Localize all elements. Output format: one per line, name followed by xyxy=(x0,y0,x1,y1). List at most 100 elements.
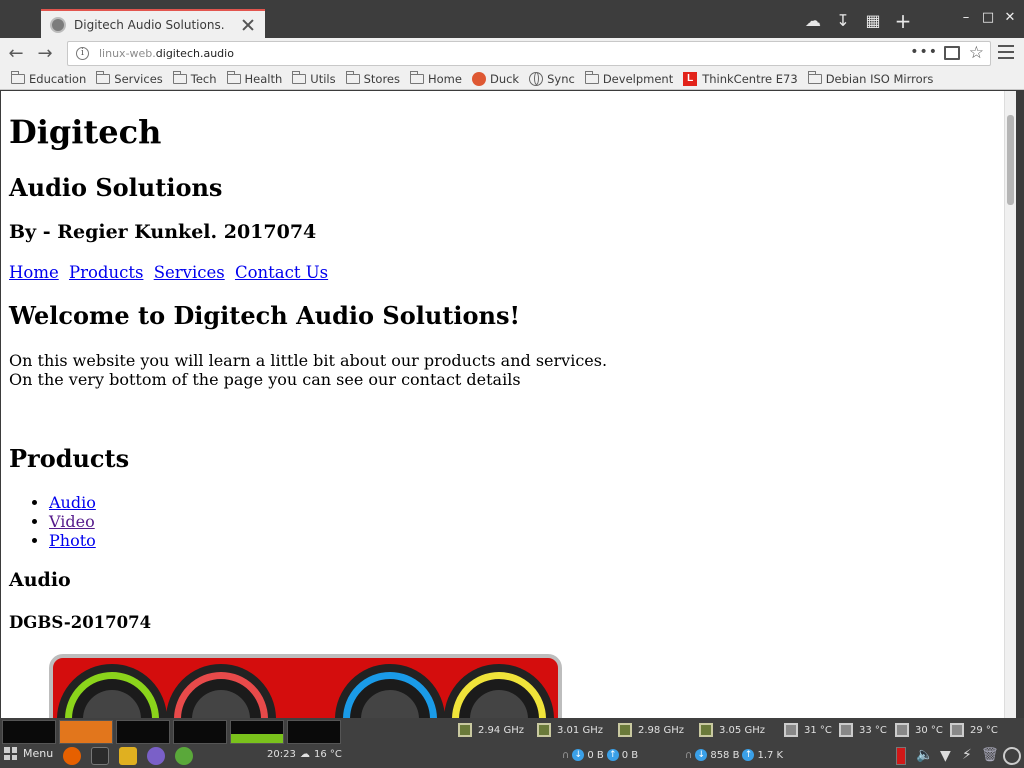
url-bar[interactable]: i linux-web.digitech.audio ••• ☆ xyxy=(67,41,991,66)
list-item: Audio xyxy=(49,493,96,512)
reader-view-icon[interactable] xyxy=(944,46,960,60)
cpu-freq-1: 2.94 GHz xyxy=(458,723,524,737)
bookmark-health[interactable]: Health xyxy=(226,71,282,86)
bookmark-sync[interactable]: Sync xyxy=(529,72,575,86)
trash-icon[interactable]: 🗑 xyxy=(981,747,999,763)
site-nav: Home Products Services Contact Us xyxy=(9,263,333,282)
disk-graph[interactable] xyxy=(173,720,227,744)
wifi-icon[interactable]: ▼ xyxy=(940,748,951,764)
folder-icon xyxy=(807,71,822,84)
temp-2: 33 °C xyxy=(839,723,887,737)
download-arrow-icon: ↓ xyxy=(695,749,708,761)
addon-icon[interactable]: ☁ xyxy=(804,12,822,30)
bookmark-label: ThinkCentre E73 xyxy=(702,72,798,86)
app-launcher-icon[interactable] xyxy=(175,747,193,765)
temperature-chip-icon xyxy=(839,723,853,737)
weather[interactable]: ☁ 16 °C xyxy=(300,749,342,760)
cpu-chip-icon xyxy=(699,723,713,737)
hamburger-menu-icon[interactable] xyxy=(998,45,1014,59)
bookmarks-bar: Education Services Tech Health Utils Sto… xyxy=(0,69,1024,90)
bookmark-education[interactable]: Education xyxy=(11,71,87,86)
new-tab-icon[interactable]: + xyxy=(894,11,912,31)
bookmark-tech[interactable]: Tech xyxy=(172,71,217,86)
product-link-audio[interactable]: Audio xyxy=(49,493,96,512)
net-up-value: 0 B xyxy=(621,749,639,761)
bookmark-utils[interactable]: Utils xyxy=(292,71,336,86)
clock-time: 20:23 xyxy=(267,749,296,760)
scrollbar-thumb[interactable] xyxy=(1007,115,1014,205)
nav-link-services[interactable]: Services xyxy=(154,263,225,282)
bookmark-debian-iso-mirrors[interactable]: Debian ISO Mirrors xyxy=(807,71,933,86)
cpu-freq-2: 3.01 GHz xyxy=(537,723,603,737)
cpu-graph[interactable] xyxy=(2,720,56,744)
cpu-freq-value: 3.05 GHz xyxy=(719,724,765,736)
volume-icon[interactable]: 🔈 xyxy=(916,747,933,763)
nav-link-home[interactable]: Home xyxy=(9,263,59,282)
window-close-icon[interactable]: ✕ xyxy=(1003,11,1017,25)
files-launcher-icon[interactable] xyxy=(119,747,137,765)
url-text[interactable]: linux-web.digitech.audio xyxy=(99,47,234,60)
folder-icon xyxy=(345,71,360,84)
folder-icon xyxy=(172,71,187,84)
temp-value: 31 °C xyxy=(804,724,832,736)
bookmark-label: Duck xyxy=(489,72,520,86)
firefox-launcher-icon[interactable] xyxy=(63,747,81,765)
bookmark-develpment[interactable]: Develpment xyxy=(584,71,674,86)
net-up-value: 1.7 K xyxy=(757,749,784,761)
cpu-chip-icon xyxy=(618,723,632,737)
tab-active[interactable]: Digitech Audio Solutions. xyxy=(41,9,265,38)
cpu-freq-4: 3.05 GHz xyxy=(699,723,765,737)
load-graph[interactable] xyxy=(287,720,341,744)
menu-label: Menu xyxy=(23,747,54,760)
extensions-grid-icon[interactable]: ▦ xyxy=(864,12,882,30)
folder-icon xyxy=(96,71,111,84)
show-desktop-icon[interactable] xyxy=(1003,747,1021,765)
temperature-chip-icon xyxy=(784,723,798,737)
page-title: Digitech xyxy=(9,113,162,151)
nav-link-contact[interactable]: Contact Us xyxy=(235,263,328,282)
nav-link-products[interactable]: Products xyxy=(69,263,143,282)
page-scrollbar[interactable] xyxy=(1004,91,1016,718)
minimize-icon[interactable]: – xyxy=(959,11,973,25)
temperature-chip-icon xyxy=(950,723,964,737)
power-icon[interactable]: ⚡ xyxy=(962,747,972,763)
bookmark-stores[interactable]: Stores xyxy=(345,71,400,86)
product-link-video[interactable]: Video xyxy=(49,512,95,531)
back-icon[interactable]: ← xyxy=(6,44,26,64)
swap-graph[interactable] xyxy=(116,720,170,744)
globe-icon xyxy=(529,72,544,86)
bookmark-thinkcentre[interactable]: L ThinkCentre E73 xyxy=(683,72,798,86)
bookmark-services[interactable]: Services xyxy=(96,71,163,86)
page-actions-icon[interactable]: ••• xyxy=(910,44,938,60)
terminal-launcher-icon[interactable] xyxy=(91,747,109,765)
site-info-icon[interactable]: i xyxy=(76,47,89,60)
site-favicon-icon xyxy=(50,16,66,33)
bookmark-star-icon[interactable]: ☆ xyxy=(969,43,984,63)
bookmark-label: Education xyxy=(29,72,87,86)
hexchat-launcher-icon[interactable] xyxy=(147,747,165,765)
cpu-freq-value: 2.94 GHz xyxy=(478,724,524,736)
start-menu-button[interactable]: Menu xyxy=(4,747,53,760)
network-speed-2: ∩ ↓ 858 B ↑ 1.7 K xyxy=(685,749,783,761)
bookmark-home[interactable]: Home xyxy=(410,71,462,86)
tab-close-icon[interactable] xyxy=(241,18,255,32)
cpu-freq-value: 3.01 GHz xyxy=(557,724,603,736)
url-host-domain: digitech.audio xyxy=(155,47,234,60)
bookmark-label: Develpment xyxy=(602,72,674,86)
intro-line: On this website you will learn a little … xyxy=(9,351,608,370)
folder-icon xyxy=(11,71,25,84)
clock[interactable]: 20:23 xyxy=(267,749,296,760)
forward-icon[interactable]: → xyxy=(35,44,55,64)
battery-icon[interactable] xyxy=(896,747,906,765)
knob-blue xyxy=(335,664,445,718)
product-link-photo[interactable]: Photo xyxy=(49,531,96,550)
temp-value: 33 °C xyxy=(859,724,887,736)
maximize-icon[interactable]: □ xyxy=(981,11,995,25)
download-icon[interactable]: ↧ xyxy=(834,12,852,30)
memory-graph[interactable] xyxy=(59,720,113,744)
system-panel: 2.94 GHz 3.01 GHz 2.98 GHz 3.05 GHz 31 °… xyxy=(0,718,1024,768)
network-graph[interactable] xyxy=(230,720,284,744)
welcome-heading: Welcome to Digitech Audio Solutions! xyxy=(9,301,521,330)
bookmark-duck[interactable]: Duck xyxy=(471,72,520,86)
duckduckgo-icon xyxy=(471,72,486,86)
